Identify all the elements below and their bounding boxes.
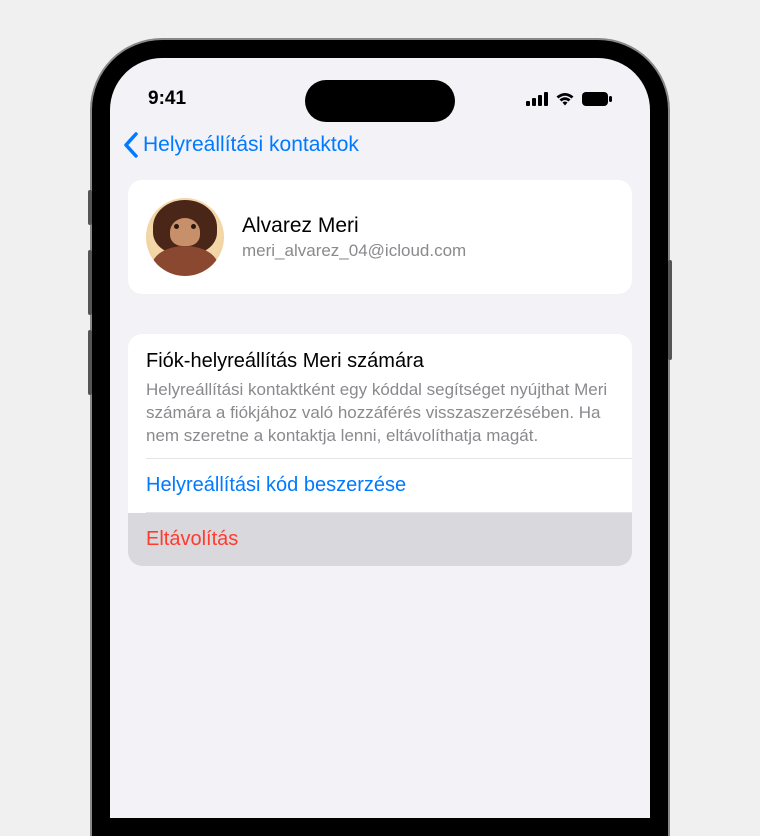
side-button	[88, 190, 92, 225]
recovery-section: Fiók-helyreállítás Meri számára Helyreál…	[128, 334, 632, 566]
remove-button[interactable]: Eltávolítás	[128, 513, 632, 566]
phone-bezel: 9:41	[106, 54, 654, 822]
dynamic-island	[305, 80, 455, 122]
status-time: 9:41	[148, 88, 186, 110]
battery-icon	[582, 92, 612, 106]
recovery-description: Helyreállítási kontaktként egy kóddal se…	[146, 379, 614, 448]
recovery-title: Fiók-helyreállítás Meri számára	[146, 350, 614, 373]
status-icons	[526, 92, 612, 106]
chevron-left-icon[interactable]	[122, 132, 139, 158]
wifi-icon	[555, 92, 575, 106]
avatar	[146, 198, 224, 276]
nav-back-label[interactable]: Helyreállítási kontaktok	[143, 133, 359, 157]
contact-email: meri_alvarez_04@icloud.com	[242, 241, 614, 261]
contact-card[interactable]: Alvarez Meri meri_alvarez_04@icloud.com	[128, 180, 632, 294]
content-area: Alvarez Meri meri_alvarez_04@icloud.com …	[110, 180, 650, 566]
contact-name: Alvarez Meri	[242, 214, 614, 238]
side-button	[88, 250, 92, 315]
contact-info: Alvarez Meri meri_alvarez_04@icloud.com	[242, 214, 614, 261]
side-button	[88, 330, 92, 395]
recovery-header: Fiók-helyreállítás Meri számára Helyreál…	[128, 334, 632, 458]
cellular-icon	[526, 92, 548, 106]
phone-screen: 9:41	[110, 58, 650, 818]
side-button	[668, 260, 672, 360]
phone-frame: 9:41	[92, 40, 668, 836]
nav-bar[interactable]: Helyreállítási kontaktok	[110, 118, 650, 168]
get-recovery-code-button[interactable]: Helyreállítási kód beszerzése	[128, 459, 632, 512]
